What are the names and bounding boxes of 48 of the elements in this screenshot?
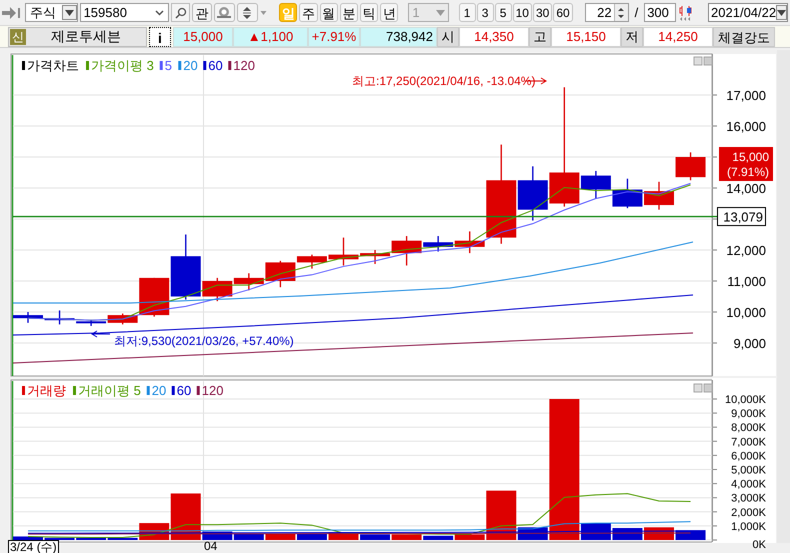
high-price-note: 최고:17,250(2021/04/16, -13.04%)	[352, 74, 536, 88]
axis-label: 5,000K	[731, 464, 766, 476]
axis-label: 10,000	[726, 305, 766, 320]
current-price-label: 15,000	[732, 150, 769, 164]
current-rate-label: (7.91%)	[726, 165, 769, 179]
field-label: 고	[529, 26, 551, 46]
change-rate-value: +7.91%	[308, 26, 360, 46]
axis-label: 6,000K	[731, 450, 766, 462]
axis-label: 7,000K	[731, 436, 766, 448]
axis-label: 12,000	[726, 243, 766, 258]
axis-label: 1,000K	[731, 520, 766, 533]
field-label: 저	[621, 26, 643, 46]
axis-label: 16,000	[726, 119, 766, 134]
low-price-note: 최저:9,530(2021/03/26, +57.40%)	[114, 334, 294, 348]
legend-label: 120	[233, 58, 255, 73]
separator-text: /	[634, 4, 638, 22]
volume-value: 738,942	[360, 26, 437, 46]
field-value: 15,150	[551, 26, 621, 46]
axis-label: 9,000	[733, 336, 766, 351]
change-text: 1,100	[260, 28, 294, 46]
axis-label: 14,000	[726, 181, 766, 196]
legend-label: 120	[202, 383, 224, 398]
field-value: 14,250	[643, 26, 713, 46]
axis-label: 9,000K	[731, 408, 766, 420]
reference-price-tag: 13,079	[717, 207, 766, 226]
legend-label: 가격차트	[27, 58, 79, 73]
axis-label: 11,000	[727, 274, 766, 289]
legend-label: 20	[183, 58, 198, 73]
axis-label: 2,000K	[731, 506, 766, 519]
axis-label: 17,000	[726, 88, 766, 103]
legend-label: 20	[152, 383, 166, 398]
legend-label: 거래이평 5	[78, 383, 141, 398]
new-badge: 신	[10, 28, 26, 44]
date-label: 04	[203, 540, 218, 552]
legend-label: 거래량	[27, 383, 66, 398]
legend-label: 가격이평 3	[91, 58, 154, 73]
axis-label: 4,000K	[731, 478, 766, 491]
field-value: 14,350	[459, 26, 529, 46]
axis-label: 8,000K	[731, 422, 766, 434]
legend-label: 60	[208, 58, 223, 73]
field-label: 시	[437, 26, 459, 46]
legend-label: 5	[164, 58, 172, 73]
up-triangle-icon: ▲	[248, 26, 261, 46]
price-value: 15,000	[173, 26, 233, 46]
legend-label: 60	[176, 383, 192, 398]
axis-label: 10,000K	[725, 394, 766, 406]
axis-label: 0K	[752, 539, 766, 551]
axis-label: 3,000K	[731, 492, 766, 505]
